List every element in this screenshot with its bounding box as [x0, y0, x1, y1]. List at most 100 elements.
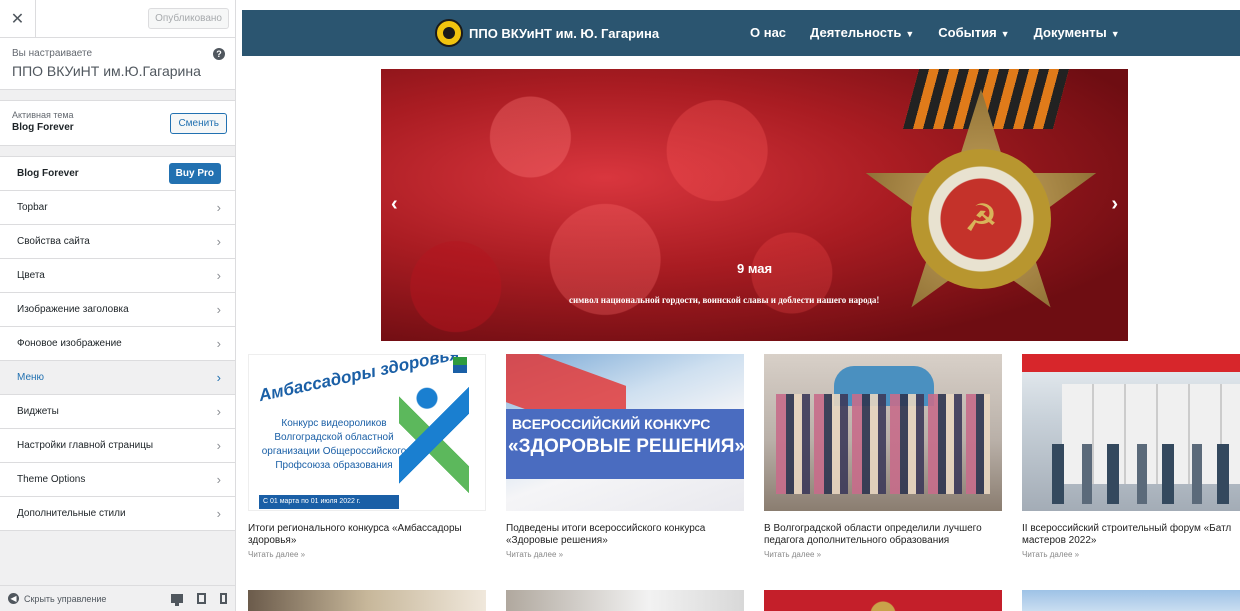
nav-label: События [938, 25, 997, 40]
post-thumbnail[interactable] [1022, 354, 1240, 511]
buy-pro-button[interactable]: Buy Pro [168, 163, 221, 184]
caret-down-icon: ▼ [905, 29, 915, 39]
workers-photo [1052, 444, 1232, 504]
section-menus[interactable]: Меню › [0, 361, 235, 395]
chevron-right-icon: › [216, 472, 221, 487]
sidebar-header: ✕ Опубликовано [0, 0, 235, 38]
post-thumbnail[interactable] [506, 590, 744, 611]
post-title[interactable]: Подведены итоги всероссийского конкурса … [506, 523, 744, 547]
site-brand[interactable]: ППО ВКУиНТ им. Ю. Гагарина [435, 19, 659, 47]
section-homepage-settings[interactable]: Настройки главной страницы › [0, 429, 235, 463]
chevron-right-icon: › [216, 438, 221, 453]
section-label: Фоновое изображение [17, 338, 122, 349]
runner-figure-icon [399, 385, 469, 495]
post-thumbnail[interactable] [1022, 590, 1240, 611]
customizing-label: Вы настраиваете [12, 48, 93, 59]
thumbnail-line2: «ЗДОРОВЫЕ РЕШЕНИЯ» [508, 436, 744, 457]
section-label: Настройки главной страницы [17, 440, 154, 451]
site-title: ППО ВКУиНТ им.Ю.Гагарина [12, 63, 201, 79]
customizer-sidebar: ✕ Опубликовано Вы настраиваете ППО ВКУиН… [0, 0, 236, 611]
post-thumbnail[interactable] [764, 590, 1002, 611]
device-switcher [171, 593, 227, 606]
chevron-right-icon: › [216, 302, 221, 317]
slide-caption: символ национальной гордости, воинской с… [569, 295, 880, 305]
section-label: Свойства сайта [17, 236, 90, 247]
help-icon[interactable]: ? [213, 48, 225, 60]
section-label: Виджеты [17, 406, 59, 417]
post-card: Амбассадоры здоровья Конкурс видеоролико… [248, 354, 486, 559]
customizer-info: Вы настраиваете ППО ВКУиНТ им.Ю.Гагарина… [0, 38, 235, 90]
chevron-right-icon: › [216, 234, 221, 249]
nav-label: Деятельность [810, 25, 902, 40]
hammer-sickle-icon: ☭ [963, 198, 999, 240]
post-title[interactable]: Итоги регионального конкурса «Амбассадор… [248, 523, 486, 547]
section-label: Меню [17, 372, 45, 383]
caret-down-icon: ▼ [1000, 29, 1010, 39]
thumbnail-dates: С 01 марта по 01 июля 2022 г. [259, 495, 399, 509]
collapse-icon[interactable]: ◀ [8, 593, 19, 604]
nav-item-about[interactable]: О нас [750, 25, 786, 40]
section-label: Blog Forever [17, 168, 79, 179]
section-widgets[interactable]: Виджеты › [0, 395, 235, 429]
sidebar-footer: ◀ Скрыть управление [0, 585, 235, 611]
thumbnail-text: Конкурс видеороликов Волгоградской облас… [261, 418, 407, 471]
section-topbar[interactable]: Topbar › [0, 191, 235, 225]
read-more-link[interactable]: Читать далее » [506, 550, 744, 559]
post-thumbnail[interactable] [764, 354, 1002, 511]
section-label: Theme Options [17, 474, 86, 485]
read-more-link[interactable]: Читать далее » [1022, 550, 1240, 559]
chevron-right-icon: › [216, 200, 221, 215]
post-title[interactable]: II всероссийский строительный форум «Бат… [1022, 523, 1240, 547]
section-additional-css[interactable]: Дополнительные стили › [0, 497, 235, 531]
mobile-icon[interactable] [220, 593, 227, 604]
section-background-image[interactable]: Фоновое изображение › [0, 327, 235, 361]
read-more-link[interactable]: Читать далее » [764, 550, 1002, 559]
caret-down-icon: ▼ [1110, 29, 1120, 39]
desktop-icon[interactable] [171, 594, 183, 606]
brand-title: ППО ВКУиНТ им. Ю. Гагарина [469, 25, 660, 41]
section-blog-forever[interactable]: Blog Forever Buy Pro [0, 157, 235, 191]
logo-icon [435, 19, 463, 47]
slider-prev-icon[interactable]: ‹ [391, 193, 398, 216]
main-menu: О нас Деятельность ▼ События ▼ Документы ▼ [750, 25, 1120, 40]
hero-slider: ☭ ‹ › 9 мая символ национальной гордости… [381, 69, 1128, 341]
thumbnail-line1: ВСЕРОССИЙСКИЙ КОНКУРС [512, 416, 711, 432]
nav-label: О нас [750, 25, 787, 40]
chevron-right-icon: › [216, 404, 221, 419]
post-card: ВСЕРОССИЙСКИЙ КОНКУРС «ЗДОРОВЫЕ РЕШЕНИЯ»… [506, 354, 744, 559]
nav-label: Документы [1033, 25, 1107, 40]
section-theme-options[interactable]: Theme Options › [0, 463, 235, 497]
slide-title: 9 мая [737, 261, 773, 276]
group-photo [776, 394, 990, 494]
post-thumbnail[interactable]: Амбассадоры здоровья Конкурс видеоролико… [248, 354, 486, 511]
section-site-identity[interactable]: Свойства сайта › [0, 225, 235, 259]
close-icon[interactable]: ✕ [0, 0, 36, 38]
section-label: Изображение заголовка [17, 304, 129, 315]
section-colors[interactable]: Цвета › [0, 259, 235, 293]
section-header-image[interactable]: Изображение заголовка › [0, 293, 235, 327]
active-theme-section: Активная тема Blog Forever Сменить [0, 100, 235, 146]
slider-next-icon[interactable]: › [1111, 193, 1118, 216]
site-preview: ППО ВКУиНТ им. Ю. Гагарина О нас Деятель… [237, 0, 1240, 611]
post-thumbnail[interactable] [248, 590, 486, 611]
chevron-right-icon: › [216, 506, 221, 521]
site-navbar: ППО ВКУиНТ им. Ю. Гагарина О нас Деятель… [242, 10, 1240, 56]
nav-item-documents[interactable]: Документы ▼ [1034, 25, 1120, 40]
nav-item-activity[interactable]: Деятельность ▼ [810, 25, 914, 40]
published-button[interactable]: Опубликовано [148, 8, 229, 29]
post-title[interactable]: В Волгоградской области определили лучше… [764, 523, 1002, 547]
change-theme-button[interactable]: Сменить [170, 113, 227, 134]
tablet-icon[interactable] [197, 593, 206, 604]
chevron-right-icon: › [216, 370, 221, 385]
section-label: Цвета [17, 270, 45, 281]
read-more-link[interactable]: Читать далее » [248, 550, 486, 559]
post-thumbnail[interactable]: ВСЕРОССИЙСКИЙ КОНКУРС «ЗДОРОВЫЕ РЕШЕНИЯ» [506, 354, 744, 511]
union-logo-icon [453, 357, 467, 373]
section-label: Topbar [17, 202, 48, 213]
customizer-sections: Blog Forever Buy Pro Topbar › Свойства с… [0, 156, 235, 531]
nav-item-events[interactable]: События ▼ [938, 25, 1009, 40]
post-card: В Волгоградской области определили лучше… [764, 354, 1002, 559]
hide-controls-button[interactable]: Скрыть управление [24, 594, 106, 604]
